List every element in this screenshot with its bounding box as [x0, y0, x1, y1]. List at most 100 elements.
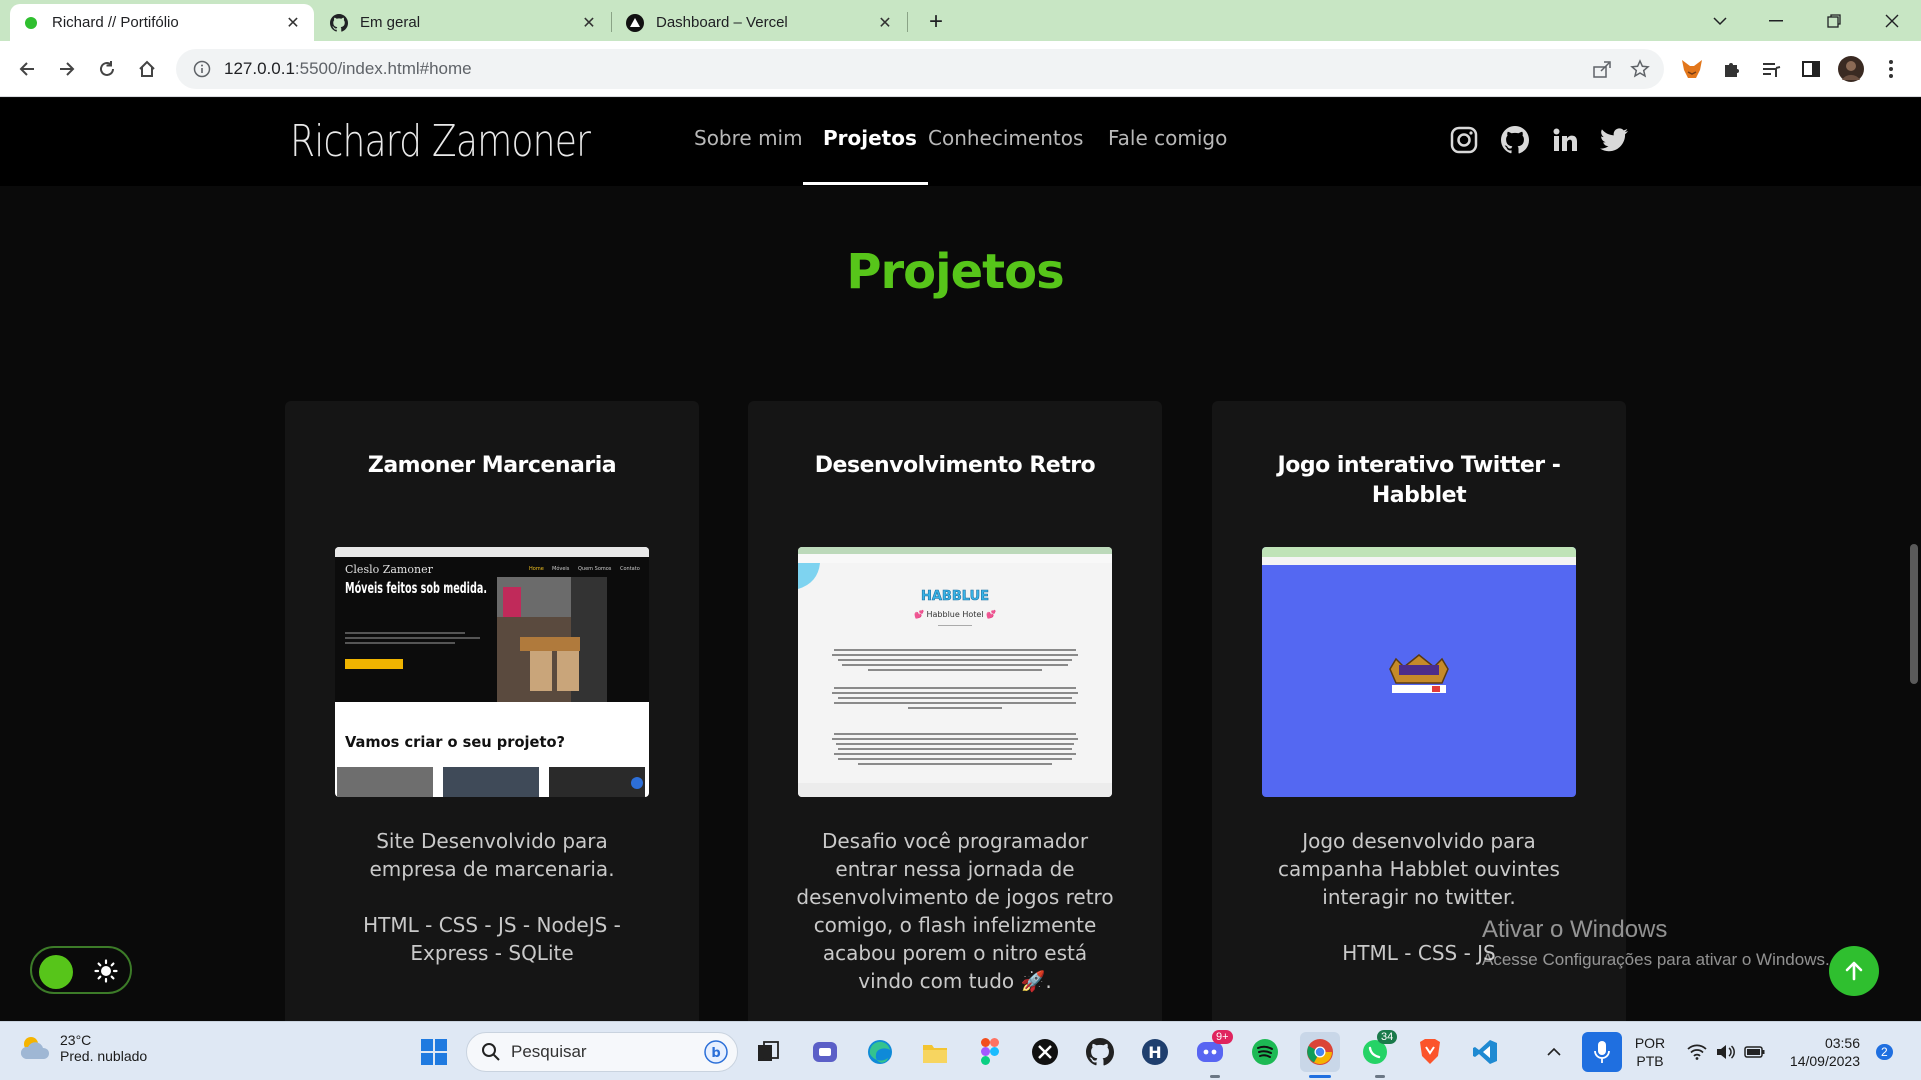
toggle-knob	[39, 955, 73, 989]
search-placeholder: Pesquisar	[511, 1042, 587, 1061]
project-card-habblet[interactable]: Jogo interativo Twitter - Habblet Jogo d…	[1212, 401, 1626, 1041]
microphone-icon[interactable]	[1582, 1032, 1622, 1072]
project-card-zamoner[interactable]: Zamoner Marcenaria Cleslo Zamoner Home M…	[285, 401, 699, 1041]
minimize-button[interactable]	[1748, 0, 1804, 41]
file-explorer-icon[interactable]	[915, 1032, 955, 1072]
running-indicator	[1375, 1075, 1385, 1078]
bookmark-star-icon[interactable]	[1628, 57, 1652, 81]
linkedin-icon[interactable]	[1549, 124, 1581, 156]
teams-chat-icon[interactable]	[805, 1032, 845, 1072]
page-scrollbar-thumb[interactable]	[1910, 544, 1918, 684]
github-desktop-icon[interactable]	[1080, 1032, 1120, 1072]
thumb-menu-contato: Contato	[620, 566, 640, 572]
thumb-menu-moveis: Móveis	[552, 565, 570, 572]
figma-icon[interactable]	[970, 1032, 1010, 1072]
project-title: Desenvolvimento Retro	[814, 453, 1096, 478]
vscode-icon[interactable]	[1465, 1032, 1505, 1072]
discord-icon[interactable]: 9+	[1190, 1030, 1233, 1072]
tab-separator	[611, 12, 612, 32]
x-twitter-icon[interactable]	[1025, 1032, 1065, 1072]
bing-icon: b	[704, 1040, 728, 1064]
forward-button[interactable]	[51, 53, 83, 85]
wifi-icon[interactable]	[1684, 1032, 1710, 1072]
tab-search-button[interactable]	[1692, 0, 1748, 41]
section-title: Projetos	[846, 244, 1064, 300]
project-card-retro[interactable]: Desenvolvimento Retro HABBLUE 💕 Habblue …	[748, 401, 1162, 1041]
nav-projetos[interactable]: Projetos	[823, 126, 917, 150]
taskbar-search[interactable]: Pesquisar b	[466, 1032, 738, 1072]
whatsapp-icon[interactable]: 34	[1355, 1030, 1398, 1072]
browser-tab-strip: Richard // Portifólio ✕ Em geral ✕ Dashb…	[0, 0, 1921, 41]
maximize-button[interactable]	[1806, 0, 1862, 41]
tab-vercel[interactable]: Dashboard – Vercel ✕	[614, 4, 906, 41]
volume-icon[interactable]	[1713, 1032, 1739, 1072]
tab-separator	[907, 12, 908, 32]
vercel-icon	[626, 13, 644, 32]
thumb-brand: Cleslo Zamoner	[345, 563, 434, 576]
clock[interactable]: 03:56 14/09/2023	[1780, 1034, 1860, 1070]
github-icon	[330, 13, 348, 32]
weather-widget[interactable]: 23°C Pred. nublado	[18, 1032, 147, 1064]
theme-toggle[interactable]	[30, 946, 132, 994]
nav-fale-comigo[interactable]: Fale comigo	[1108, 126, 1227, 150]
close-tab-icon[interactable]: ✕	[580, 14, 598, 32]
habbo-h-icon[interactable]: H	[1135, 1032, 1175, 1072]
metamask-fox-icon[interactable]	[1678, 55, 1706, 83]
back-to-top-button[interactable]	[1829, 946, 1879, 996]
side-panel-icon[interactable]	[1797, 55, 1825, 83]
address-bar[interactable]: 127.0.0.1:5500/index.html#home	[176, 49, 1664, 89]
weather-temperature: 23°C	[60, 1032, 92, 1048]
reading-list-icon[interactable]	[1757, 55, 1785, 83]
chrome-menu-icon[interactable]	[1877, 55, 1905, 83]
edge-icon[interactable]	[860, 1032, 900, 1072]
notification-count-badge[interactable]: 2	[1876, 1044, 1893, 1060]
github-icon[interactable]	[1499, 124, 1531, 156]
instagram-icon[interactable]	[1448, 124, 1480, 156]
thumb-subtitle: 💕 Habblue Hotel 💕	[914, 609, 996, 619]
weather-condition: Pred. nublado	[60, 1048, 148, 1064]
active-nav-underline	[803, 182, 928, 185]
project-thumbnail-retro[interactable]: HABBLUE 💕 Habblue Hotel 💕	[798, 547, 1112, 797]
windows-taskbar: 23°C Pred. nublado Pesquisar b H 9+ 34 P…	[0, 1021, 1921, 1080]
nav-conhecimentos[interactable]: Conhecimentos	[928, 126, 1083, 150]
thumb-menu-quem-somos: Quem Somos	[578, 566, 612, 572]
profile-avatar[interactable]	[1837, 55, 1865, 83]
back-button[interactable]	[11, 53, 43, 85]
site-info-icon[interactable]	[190, 57, 214, 81]
browser-toolbar: 127.0.0.1:5500/index.html#home	[0, 41, 1921, 97]
thumb-cta: Vamos criar o seu projeto?	[345, 733, 565, 751]
project-description: Desafio você programador entrar nessa jo…	[796, 829, 1114, 993]
share-icon[interactable]	[1590, 57, 1614, 81]
tab-title: Dashboard – Vercel	[656, 14, 788, 31]
start-button[interactable]	[414, 1032, 454, 1072]
close-window-button[interactable]	[1864, 0, 1920, 41]
project-thumbnail-zamoner[interactable]: Cleslo Zamoner Home Móveis Quem Somos Co…	[335, 547, 649, 797]
project-title: Jogo interativo Twitter - Habblet	[1277, 453, 1561, 508]
tab-portfolio[interactable]: Richard // Portifólio ✕	[10, 4, 314, 41]
site-brand[interactable]: Richard Zamoner	[290, 116, 591, 167]
svg-text:H: H	[1148, 1043, 1161, 1062]
show-hidden-icons-chevron[interactable]	[1540, 1032, 1568, 1072]
project-description: Site Desenvolvido para empresa de marcen…	[363, 829, 621, 965]
language-indicator[interactable]: POR PTB	[1628, 1034, 1672, 1070]
twitter-icon[interactable]	[1598, 124, 1630, 156]
home-button[interactable]	[131, 53, 163, 85]
new-tab-button[interactable]: +	[922, 8, 950, 36]
brave-icon[interactable]	[1410, 1032, 1450, 1072]
arrow-up-icon	[1845, 961, 1863, 981]
project-thumbnail-habblet[interactable]	[1262, 547, 1576, 797]
close-tab-icon[interactable]: ✕	[284, 14, 302, 32]
nav-sobre-mim[interactable]: Sobre mim	[694, 126, 803, 150]
task-view-icon[interactable]	[748, 1032, 788, 1072]
chrome-icon[interactable]	[1300, 1032, 1340, 1072]
language-code: POR	[1634, 1035, 1666, 1051]
battery-icon[interactable]	[1742, 1032, 1768, 1072]
extensions-puzzle-icon[interactable]	[1718, 55, 1746, 83]
spotify-icon[interactable]	[1245, 1032, 1285, 1072]
keyboard-layout: PTB	[1636, 1053, 1664, 1069]
close-tab-icon[interactable]: ✕	[876, 14, 894, 32]
thumb-headline: Móveis feitos sob medida.	[345, 579, 487, 597]
tab-github[interactable]: Em geral ✕	[318, 4, 610, 41]
reload-button[interactable]	[91, 53, 123, 85]
running-indicator	[1309, 1075, 1331, 1078]
